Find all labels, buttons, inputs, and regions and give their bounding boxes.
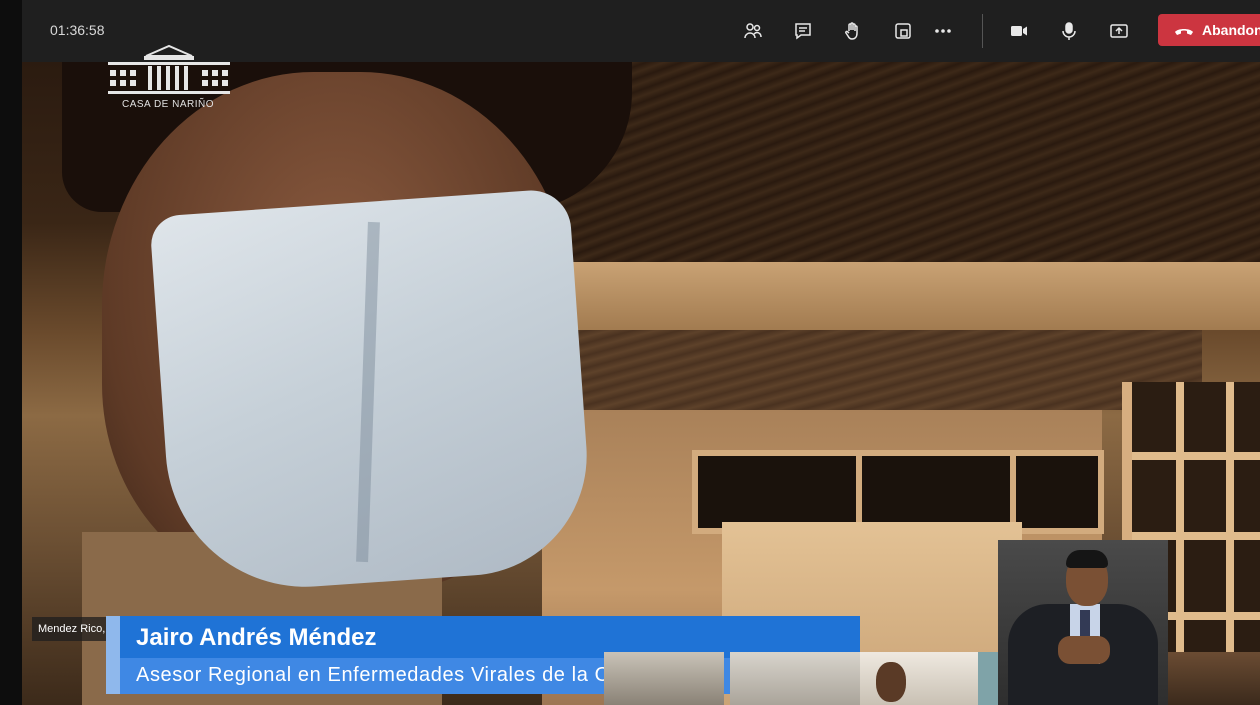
rooms-icon[interactable]	[890, 18, 916, 44]
background-beam	[542, 262, 1260, 330]
share-screen-icon[interactable]	[1106, 18, 1132, 44]
people-icon[interactable]	[740, 18, 766, 44]
microphone-icon[interactable]	[1056, 18, 1082, 44]
casa-de-narino-logo: CASA DE NARIÑO	[108, 44, 230, 114]
participant-face	[876, 662, 906, 702]
more-options-icon[interactable]	[930, 18, 956, 44]
speaker-video	[42, 62, 632, 705]
interpreter-hair	[1066, 550, 1108, 568]
speaker-name: Jairo Andrés Méndez	[136, 624, 377, 651]
leave-call-label: Abandonar	[1202, 22, 1260, 38]
building-icon	[108, 44, 230, 94]
background-ceiling	[542, 62, 1260, 282]
chat-icon[interactable]	[790, 18, 816, 44]
logo-text: CASA DE NARIÑO	[121, 99, 215, 110]
raise-hand-icon[interactable]	[840, 18, 866, 44]
background-soffit	[542, 330, 1202, 410]
leave-call-button[interactable]: Abandonar	[1158, 14, 1260, 46]
participant-thumbnail[interactable]	[1168, 652, 1260, 705]
call-timer: 01:36:58	[50, 22, 105, 38]
participant-thumbnail[interactable]	[604, 652, 724, 705]
hang-up-icon	[1175, 29, 1193, 35]
participant-thumbnail[interactable]	[860, 652, 978, 705]
left-edge-strip	[0, 0, 22, 705]
camera-icon[interactable]	[1006, 18, 1032, 44]
participant-thumbnail[interactable]	[730, 652, 860, 705]
lower-third-accent	[106, 616, 120, 694]
sign-language-interpreter-video	[998, 540, 1168, 705]
toolbar-separator	[982, 14, 983, 48]
interpreter-hands	[1058, 636, 1110, 664]
